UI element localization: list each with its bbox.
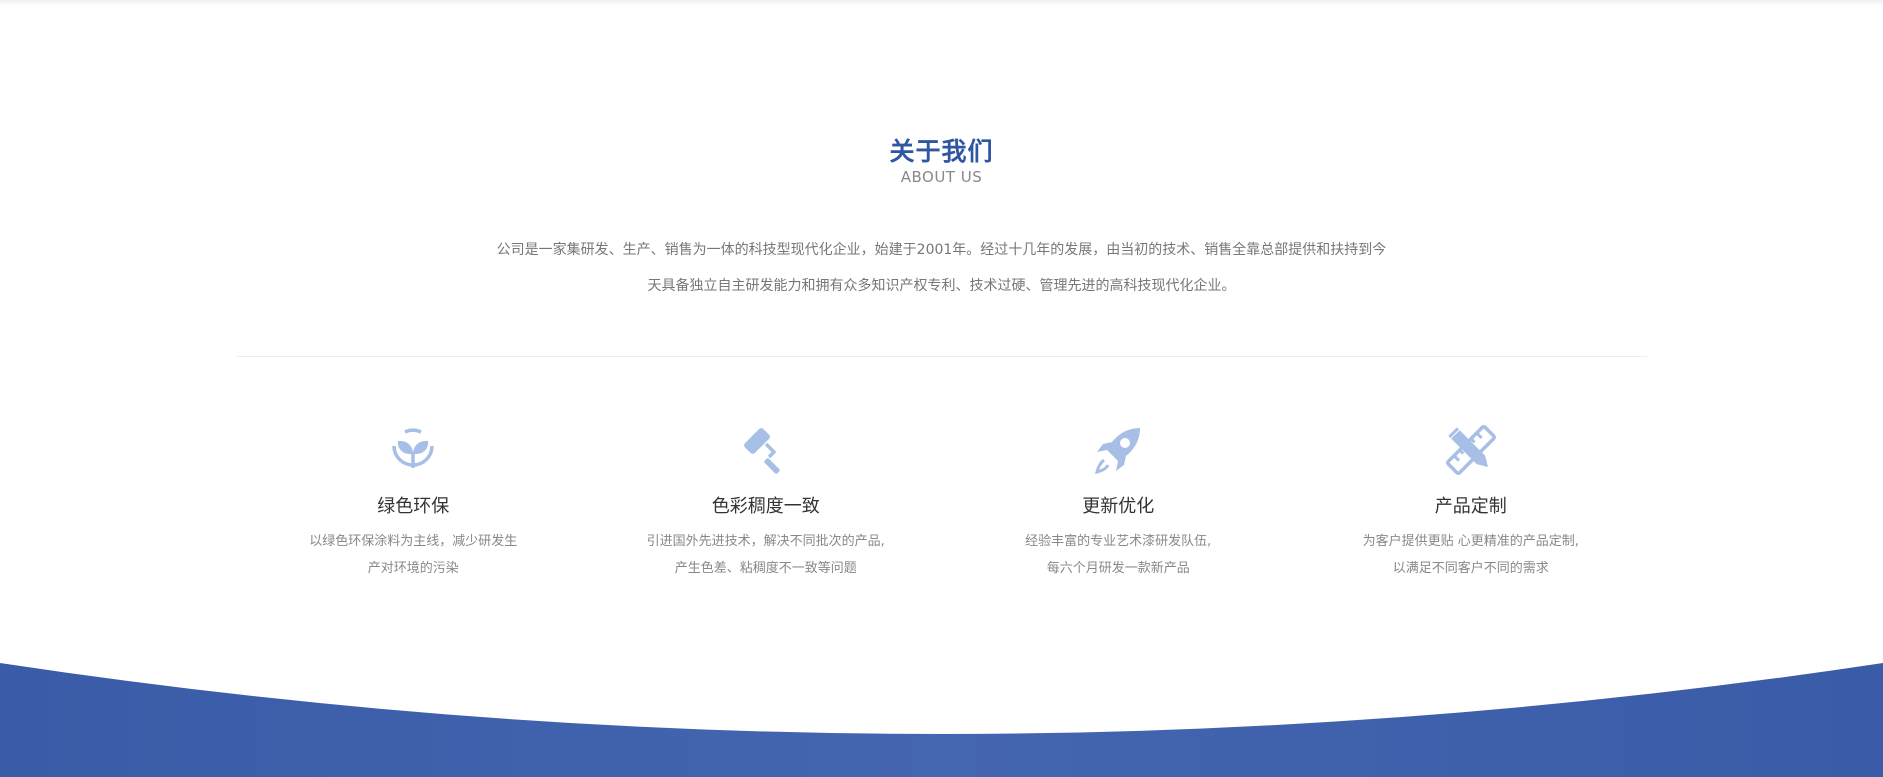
feature-desc-line: 以满足不同客户不同的需求: [1392, 561, 1549, 576]
pencil-ruler-icon: [1441, 420, 1501, 480]
feature-desc-line: 经验丰富的专业艺术漆研发队伍,: [1025, 534, 1212, 549]
feature-desc-line: 产对环境的污染: [367, 561, 459, 576]
feature-title: 产品定制: [1434, 496, 1507, 517]
intro-text: 公司是一家集研发、生产、销售为一体的科技型现代化企业，始建于2001年。经过十几…: [440, 232, 1443, 304]
feature-desc-line: 每六个月研发一款新产品: [1046, 561, 1190, 576]
rocket-icon: [1088, 420, 1148, 480]
feature-list: 绿色环保 以绿色环保涂料为主线，减少研发生 产对环境的污染 色彩稠度一致 引进国…: [237, 420, 1647, 600]
feature-desc-line: 产生色差、粘稠度不一致等问题: [674, 561, 857, 576]
about-page: 关于我们 ABOUT US 公司是一家集研发、生产、销售为一体的科技型现代化企业…: [0, 0, 1883, 777]
intro-line-1: 公司是一家集研发、生产、销售为一体的科技型现代化企业，始建于2001年。经过十几…: [496, 242, 1387, 258]
feature-desc: 为客户提供更贴 心更精准的产品定制, 以满足不同客户不同的需求: [1346, 528, 1596, 582]
section-divider: [237, 356, 1647, 357]
feature-item-custom: 产品定制 为客户提供更贴 心更精准的产品定制, 以满足不同客户不同的需求: [1295, 420, 1648, 600]
feature-title: 更新优化: [1082, 496, 1155, 517]
feature-desc-line: 引进国外先进技术，解决不同批次的产品,: [646, 534, 885, 549]
feature-title: 绿色环保: [377, 496, 450, 517]
feature-item-eco: 绿色环保 以绿色环保涂料为主线，减少研发生 产对环境的污染: [237, 420, 590, 600]
leaf-sprout-icon: [383, 420, 443, 480]
feature-item-color: 色彩稠度一致 引进国外先进技术，解决不同批次的产品, 产生色差、粘稠度不一致等问…: [590, 420, 943, 600]
footer-wave: [0, 655, 1883, 777]
feature-desc: 引进国外先进技术，解决不同批次的产品, 产生色差、粘稠度不一致等问题: [641, 528, 891, 582]
feature-desc-line: 为客户提供更贴 心更精准的产品定制,: [1362, 534, 1579, 549]
section-title: 关于我们: [889, 137, 994, 166]
feature-desc: 经验丰富的专业艺术漆研发队伍, 每六个月研发一款新产品: [993, 528, 1243, 582]
intro-line-2: 天具备独立自主研发能力和拥有众多知识产权专利、技术过硬、管理先进的高科技现代化企…: [647, 278, 1236, 294]
feature-desc: 以绿色环保涂料为主线，减少研发生 产对环境的污染: [288, 528, 538, 582]
feature-title: 色彩稠度一致: [711, 496, 820, 517]
section-subtitle: ABOUT US: [900, 168, 983, 186]
feature-desc-line: 以绿色环保涂料为主线，减少研发生: [309, 534, 518, 549]
header-shadow: [0, 0, 1883, 6]
feature-item-update: 更新优化 经验丰富的专业艺术漆研发队伍, 每六个月研发一款新产品: [942, 420, 1295, 600]
paint-roller-icon: [736, 420, 796, 480]
